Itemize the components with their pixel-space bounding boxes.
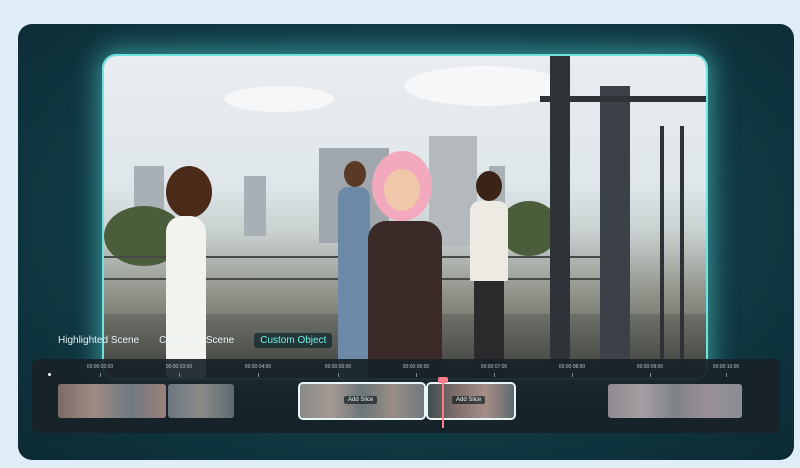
tick [494, 373, 495, 377]
add-slice-button[interactable]: Add Slice [344, 396, 378, 404]
tick [179, 373, 180, 377]
timestamp-label: 00:00:04:00 [244, 364, 272, 370]
timestamp-label: 00:00:06:00 [402, 364, 430, 370]
timestamp-label: 00:00:03:00 [165, 364, 193, 370]
playhead[interactable] [442, 380, 444, 428]
video-clip[interactable] [608, 384, 742, 418]
timestamp-label: 00:00:02:00 [86, 364, 114, 370]
clip-thumbnail [608, 384, 742, 418]
white-dress [166, 216, 206, 378]
tab-custom-object[interactable]: Custom Object [254, 332, 333, 348]
floral-dress [368, 221, 442, 378]
timestamp-label: 00:00:10:00 [712, 364, 740, 370]
head [476, 171, 502, 201]
tick [572, 373, 573, 377]
timeline-start-marker [48, 373, 51, 376]
timestamp-label: 00:00:07:00 [480, 364, 508, 370]
dancer-center [354, 151, 474, 378]
tick [726, 373, 727, 377]
ladder [660, 126, 664, 378]
timestamp-label: 00:00:05:00 [324, 364, 352, 370]
tab-character-scene[interactable]: Character Scene [159, 335, 234, 346]
metal-structure [540, 56, 706, 378]
timeline-panel[interactable]: 00:00:02:00 00:00:03:00 00:00:04:00 00:0… [32, 359, 780, 433]
tick [338, 373, 339, 377]
tab-highlighted-scene[interactable]: Highlighted Scene [58, 335, 139, 346]
add-slice-button[interactable]: Add Slice [452, 396, 486, 404]
tick [650, 373, 651, 377]
face [384, 169, 420, 211]
time-ruler: 00:00:02:00 00:00:03:00 00:00:04:00 00:0… [32, 363, 780, 377]
timestamp-label: 00:00:09:00 [636, 364, 664, 370]
cloud [224, 86, 334, 112]
man-right [464, 171, 514, 378]
post [600, 86, 630, 378]
clip-thumbnail [168, 384, 234, 418]
beam [540, 96, 706, 102]
building [244, 176, 266, 236]
timestamp-label: 00:00:08:00 [558, 364, 586, 370]
video-clip[interactable] [168, 384, 234, 418]
video-clip-selected[interactable]: Add Slice [428, 384, 514, 418]
head [166, 166, 212, 218]
striped-shirt [470, 201, 508, 281]
scene-tabs: Highlighted Scene Character Scene Custom… [58, 331, 333, 349]
tick [258, 373, 259, 377]
tick [416, 373, 417, 377]
tick [100, 373, 101, 377]
editor-stage: Highlighted Scene Character Scene Custom… [18, 24, 794, 460]
clip-thumbnail [58, 384, 166, 418]
video-clip-selected[interactable]: Add Slice [300, 384, 424, 418]
post [550, 56, 570, 378]
video-clip[interactable] [58, 384, 166, 418]
ladder [680, 126, 684, 378]
video-preview[interactable] [104, 56, 706, 378]
